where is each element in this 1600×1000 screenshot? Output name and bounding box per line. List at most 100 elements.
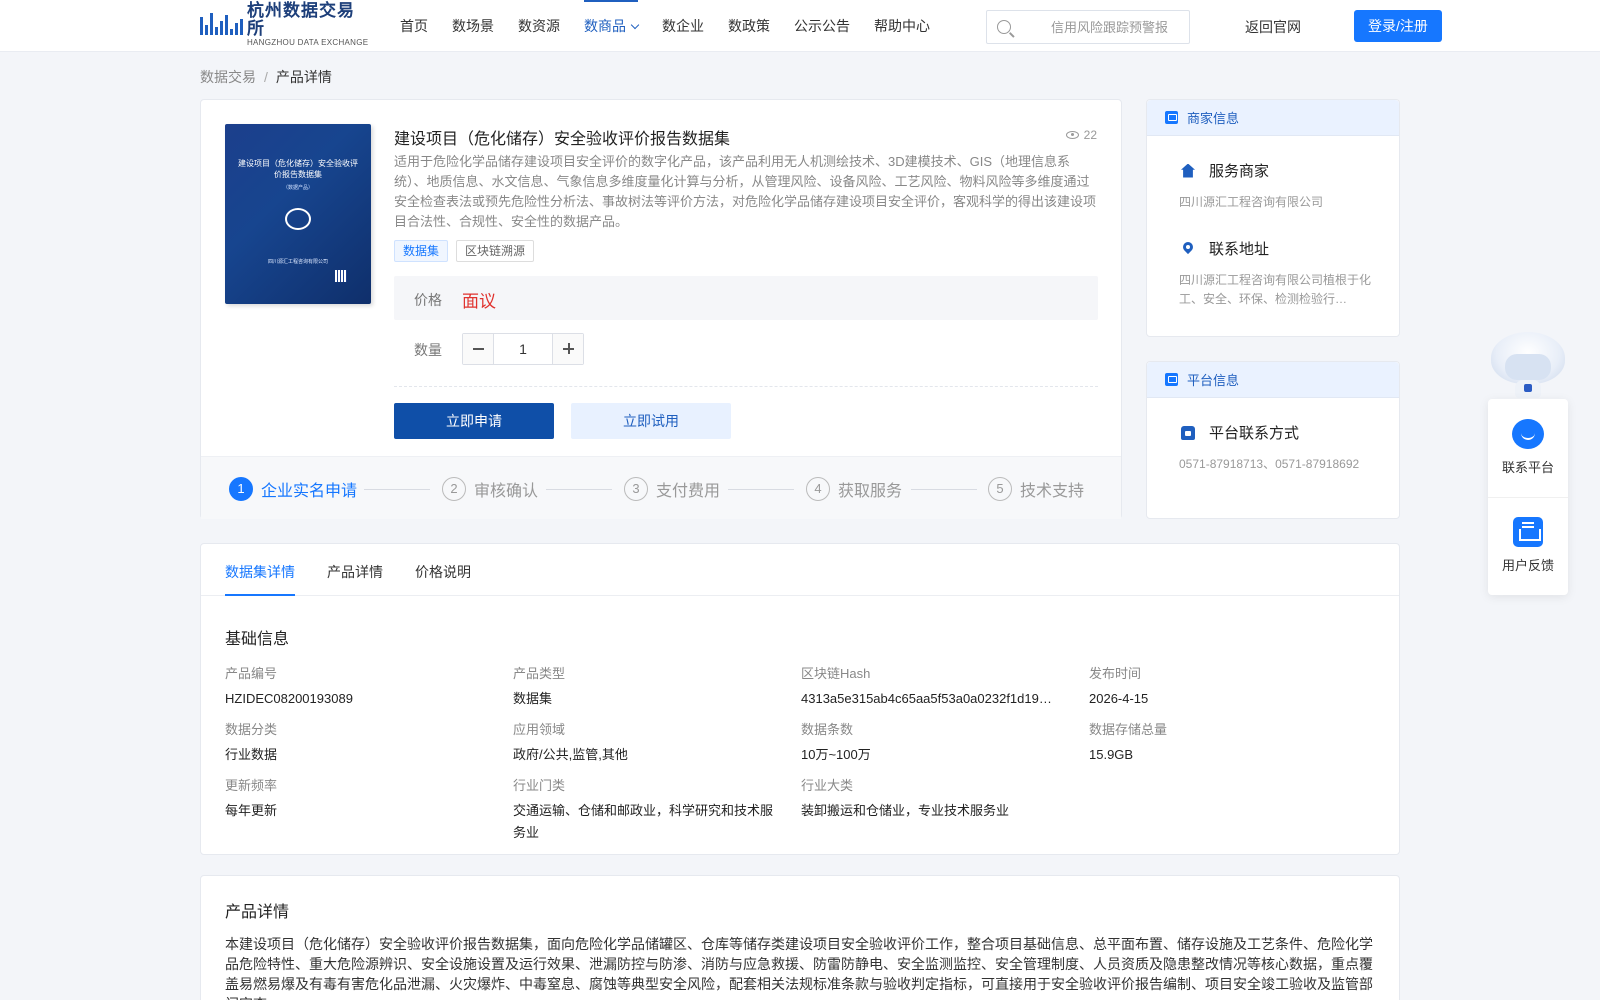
back-to-site-link[interactable]: 返回官网 <box>1245 17 1301 37</box>
step-number: 2 <box>442 477 466 501</box>
step-number: 5 <box>988 477 1012 501</box>
phone-icon <box>1181 425 1195 440</box>
tag-blockchain: 区块链溯源 <box>456 240 535 262</box>
breadcrumb-current: 产品详情 <box>275 69 332 85</box>
cover-company: 四川源汇工程咨询有限公司 <box>267 259 328 265</box>
info-card-icon <box>1165 111 1178 124</box>
field-label: 发布时间 <box>1089 666 1142 681</box>
field-label: 数据存储总量 <box>1089 722 1168 737</box>
nav-resources[interactable]: 数资源 <box>518 0 560 52</box>
field-storage-size: 数据存储总量 15.9GB <box>1089 719 1359 766</box>
user-feedback-label: 用户反馈 <box>1501 558 1554 573</box>
search-icon[interactable] <box>997 20 1011 34</box>
field-product-id: 产品编号 HZIDEC08200193089 <box>225 663 495 710</box>
tab-price-info[interactable]: 价格说明 <box>415 562 471 582</box>
address-row: 联系地址 <box>1181 238 1269 259</box>
platform-contact-row: 平台联系方式 <box>1181 422 1299 443</box>
user-feedback-button[interactable]: 用户反馈 <box>1488 517 1568 574</box>
field-product-type: 产品类型 数据集 <box>513 663 783 710</box>
merchant-info-card: 商家信息 服务商家 四川源汇工程咨询有限公司 联系地址 四川源汇工程咨询有限公司… <box>1146 99 1400 337</box>
field-value: 装卸搬运和仓储业，专业技术服务业 <box>801 803 1010 818</box>
feedback-mail-icon <box>1513 517 1543 547</box>
field-label: 产品编号 <box>225 666 278 681</box>
field-label: 行业门类 <box>513 778 566 793</box>
step-connector <box>546 489 612 490</box>
step-number: 3 <box>624 477 648 501</box>
logo-title: 杭州数据交易所 <box>246 1 355 38</box>
chevron-down-icon <box>630 20 640 30</box>
step-2: 2 审核确认 <box>442 477 538 501</box>
breadcrumb-root[interactable]: 数据交易 <box>200 69 256 85</box>
field-blockchain-hash: 区块链Hash 4313a5e315ab4c65aa5f53a0a0232f1d1… <box>801 663 1071 710</box>
field-record-count: 数据条数 10万~100万 <box>801 719 1071 766</box>
product-intro-text: 本建设项目（危化储存）安全验收评价报告数据集，面向危险化学品储罐区、仓库等储存类… <box>225 936 1373 1000</box>
step-label: 企业实名申请 <box>261 483 358 500</box>
nav-home[interactable]: 首页 <box>400 0 428 52</box>
step-3: 3 支付费用 <box>624 477 720 501</box>
field-industry-sector: 行业门类交通运输、仓储和邮政业，科学研究和技术服务业 <box>513 775 783 844</box>
contact-platform-button[interactable]: 联系平台 <box>1488 419 1568 476</box>
field-label: 数据分类 <box>225 722 278 737</box>
view-count: 22 <box>1065 128 1097 142</box>
tab-product-details[interactable]: 产品详情 <box>327 562 383 582</box>
basic-info-title: 基础信息 <box>225 631 290 648</box>
product-intro-title: 产品详情 <box>225 904 290 921</box>
price-label: 价格 <box>414 292 442 308</box>
dataset-detail-card: 数据集详情 产品详情 价格说明 基础信息 产品编号 HZIDEC082001930… <box>200 543 1400 855</box>
login-register-button[interactable]: 登录/注册 <box>1354 10 1442 42</box>
step-label: 获取服务 <box>838 483 903 500</box>
service-merchant-label: 服务商家 <box>1209 163 1270 180</box>
location-pin-icon <box>1181 242 1195 256</box>
emblem-icon <box>285 208 311 230</box>
field-label: 产品类型 <box>513 666 566 681</box>
step-label: 支付费用 <box>656 483 721 500</box>
step-number: 4 <box>806 477 830 501</box>
field-publish-date: 发布时间 2026-4-15 <box>1089 663 1359 710</box>
search-input[interactable] <box>1021 11 1189 43</box>
step-connector <box>911 489 977 490</box>
assistant-robot-icon[interactable] <box>1488 324 1568 402</box>
nav-enterprises[interactable]: 数企业 <box>662 0 704 52</box>
tab-dataset-details[interactable]: 数据集详情 <box>225 562 295 596</box>
detail-tabs: 数据集详情 产品详情 价格说明 <box>201 544 1399 596</box>
field-label: 区块链Hash <box>801 666 871 681</box>
nav-help[interactable]: 帮助中心 <box>874 0 930 52</box>
field-value: 2026-4-15 <box>1089 691 1149 706</box>
quantity-input[interactable]: 1 <box>494 334 552 364</box>
process-steps: 1 企业实名申请 2 审核确认 3 支付费用 4 获取服务 5 技术支持 <box>201 456 1121 519</box>
try-now-button[interactable]: 立即试用 <box>571 403 731 439</box>
field-value: 行业数据 <box>225 747 278 762</box>
field-label: 数据条数 <box>801 722 854 737</box>
address-value: 四川源汇工程咨询有限公司植根于化工、安全、环保、检测检验行… <box>1179 273 1372 306</box>
floating-service-panel: 联系平台 用户反馈 <box>1488 399 1568 595</box>
nav-products[interactable]: 数商品 <box>584 0 640 52</box>
plus-icon[interactable] <box>552 334 583 364</box>
nav-policies[interactable]: 数政策 <box>728 0 770 52</box>
nav-products-label: 数商品 <box>584 18 626 34</box>
apply-now-button[interactable]: 立即申请 <box>394 403 554 439</box>
merchant-info-title: 商家信息 <box>1187 111 1240 126</box>
field-label: 应用领域 <box>513 722 566 737</box>
breadcrumb: 数据交易 / 产品详情 <box>200 67 332 87</box>
step-4: 4 获取服务 <box>806 477 902 501</box>
platform-contact-value: 0571-87918713、0571-87918692 <box>1179 457 1360 471</box>
field-data-category: 数据分类 行业数据 <box>225 719 495 766</box>
platform-info-header: 平台信息 <box>1147 362 1399 398</box>
search-box <box>986 10 1190 44</box>
nav-scenarios[interactable]: 数场景 <box>452 0 494 52</box>
field-value[interactable]: 4313a5e315ab4c65aa5f53a0a0232f1d19… <box>801 688 1071 710</box>
field-value: 政府/公共,监管,其他 <box>513 747 628 762</box>
step-connector <box>728 489 794 490</box>
field-industry-class: 行业大类 装卸搬运和仓储业，专业技术服务业 <box>801 775 1071 822</box>
step-label: 技术支持 <box>1020 483 1085 500</box>
cover-title: 建设项目（危化储存）安全验收评价报告数据集 <box>238 159 358 179</box>
nav-announcements[interactable]: 公示公告 <box>794 0 850 52</box>
platform-info-card: 平台信息 平台联系方式 0571-87918713、0571-87918692 <box>1146 361 1400 519</box>
product-intro-card: 产品详情 本建设项目（危化储存）安全验收评价报告数据集，面向危险化学品储罐区、仓… <box>200 875 1400 1000</box>
top-header: 杭州数据交易所 HANGZHOU DATA EXCHANGE 首页 数场景 数资… <box>0 0 1600 52</box>
minus-icon[interactable] <box>463 334 494 364</box>
product-summary-card: 建设项目（危化储存）安全验收评价报告数据集 （数据产品） 四川源汇工程咨询有限公… <box>200 99 1122 519</box>
service-merchant-value[interactable]: 四川源汇工程咨询有限公司 <box>1179 193 1373 212</box>
field-value: 交通运输、仓储和邮政业，科学研究和技术服务业 <box>513 803 774 840</box>
logo[interactable]: 杭州数据交易所 HANGZHOU DATA EXCHANGE <box>200 2 370 47</box>
